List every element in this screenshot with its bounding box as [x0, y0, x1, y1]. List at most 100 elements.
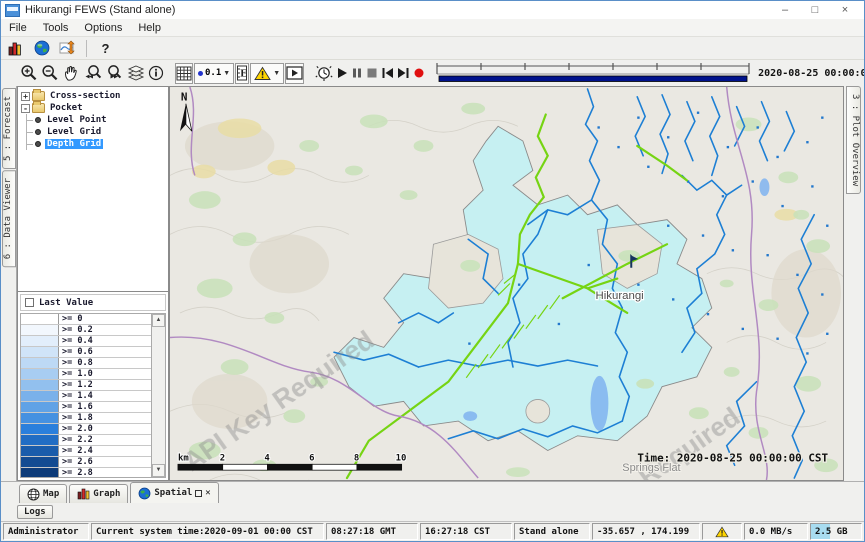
menu-file[interactable]: File: [1, 19, 35, 36]
legend-row[interactable]: >= 2.2: [21, 435, 151, 446]
record-button[interactable]: [412, 63, 426, 84]
status-warning[interactable]: [702, 523, 742, 540]
tree-item-level-point[interactable]: Level Point: [27, 114, 167, 126]
legend-swatch: [21, 424, 59, 434]
legend-row[interactable]: >= 1.8: [21, 413, 151, 424]
status-bar: Administrator Current system time:2020-0…: [1, 521, 864, 541]
legend-row[interactable]: >= 2.8: [21, 468, 151, 478]
legend-table: >= 0 >= 0.2 >= 0.4 >= 0.6 >= 0.8 >= 1.0 …: [21, 314, 151, 477]
spatial-display-button[interactable]: [56, 38, 79, 59]
legend-row[interactable]: >= 0.6: [21, 347, 151, 358]
skip-start-button[interactable]: [380, 63, 395, 84]
tab-spatial[interactable]: Spatial ✕: [130, 482, 218, 503]
tree-item-depth-grid[interactable]: Depth Grid: [27, 138, 167, 150]
pause-button[interactable]: [350, 63, 364, 84]
tab-data-viewer[interactable]: 6 : Data Viewer: [2, 170, 16, 267]
skip-end-button[interactable]: [396, 63, 411, 84]
tree-expander-icon[interactable]: -: [21, 104, 30, 113]
minimize-button[interactable]: –: [770, 2, 800, 18]
tree-item-level-grid[interactable]: Level Grid: [27, 126, 167, 138]
database-chart-button[interactable]: [4, 38, 27, 59]
grid-display-button[interactable]: [175, 63, 193, 84]
legend-row[interactable]: >= 0.2: [21, 325, 151, 336]
tab-plot-overview[interactable]: 3 : Plot Overview: [846, 86, 861, 194]
data-viewer-panel: + Cross-section - Pocket Level Point: [16, 86, 169, 481]
tab-map[interactable]: Map: [19, 484, 67, 503]
tree-connector: [27, 144, 33, 145]
zoom-next-icon: [105, 64, 124, 82]
toolbar-separator: [86, 40, 87, 57]
legend-swatch: [21, 457, 59, 467]
legend-row[interactable]: >= 1.6: [21, 402, 151, 413]
menu-help[interactable]: Help: [130, 19, 169, 36]
node-bullet-icon: [35, 129, 41, 135]
stop-button[interactable]: [365, 63, 379, 84]
status-gmt-time: 08:27:18 GMT: [326, 523, 418, 540]
svg-text:6: 6: [309, 453, 314, 463]
map-view[interactable]: API Key Required API Key Required Hikura…: [169, 86, 844, 481]
tab-close-icon[interactable]: ✕: [205, 488, 210, 498]
legend-row[interactable]: >= 2.6: [21, 457, 151, 468]
menu-tools[interactable]: Tools: [35, 19, 77, 36]
graph-chart-icon: [77, 488, 90, 500]
record-icon: [413, 67, 425, 79]
play-button[interactable]: [335, 63, 349, 84]
tab-map-label: Map: [43, 489, 59, 499]
map-time-label: Time: 2020-08-25 00:00:00 CST: [637, 451, 828, 464]
node-bullet-icon: [35, 141, 41, 147]
layers-button[interactable]: [126, 63, 146, 84]
legend-title: Last Value: [39, 298, 93, 308]
legend-row[interactable]: >= 2.0: [21, 424, 151, 435]
scroll-down-icon[interactable]: ▼: [152, 464, 165, 477]
svg-text:km: km: [178, 453, 189, 463]
tree-children: Level Point Level Grid Depth Grid: [26, 114, 167, 150]
legend-row[interactable]: >= 1.0: [21, 369, 151, 380]
zoom-next-button[interactable]: [104, 63, 125, 84]
tree-connector: [27, 120, 33, 121]
tree-item-pocket[interactable]: - Pocket: [19, 102, 167, 114]
title-bar: Hikurangi FEWS (Stand alone) – □ ×: [1, 1, 864, 19]
status-system-time: Current system time:2020-09-01 00:00 CST: [91, 523, 324, 540]
menu-options[interactable]: Options: [76, 19, 130, 36]
pan-button[interactable]: [61, 63, 81, 84]
layers-icon: [127, 65, 145, 81]
tab-forecast[interactable]: 5 : Forecast: [2, 88, 16, 169]
legend-row[interactable]: >= 2.4: [21, 446, 151, 457]
maximize-button[interactable]: □: [800, 2, 830, 18]
animation-display-button[interactable]: [285, 63, 304, 84]
tree-item-cross-section[interactable]: + Cross-section: [19, 90, 167, 102]
animation-settings-button[interactable]: [314, 63, 334, 84]
tab-graph[interactable]: Graph: [69, 484, 128, 503]
zoom-in-button[interactable]: [19, 63, 39, 84]
tree-expander-icon[interactable]: +: [21, 92, 30, 101]
help-button[interactable]: ?: [94, 38, 117, 59]
zoom-previous-button[interactable]: [82, 63, 103, 84]
tree-item-label: Cross-section: [48, 91, 122, 101]
logs-button[interactable]: Logs: [17, 505, 53, 519]
timeline-slider[interactable]: [435, 62, 751, 84]
legend-row[interactable]: >= 1.4: [21, 391, 151, 402]
scale-bar-button[interactable]: E: [235, 63, 249, 84]
legend-row[interactable]: >= 0.8: [21, 358, 151, 369]
main-toolbar: ?: [1, 37, 864, 60]
timer-clock-icon: [315, 64, 333, 82]
status-local-time: 16:27:18 CST: [420, 523, 512, 540]
zoom-out-button[interactable]: [40, 63, 60, 84]
thresholds-dropdown[interactable]: ▼: [250, 63, 284, 84]
map-display-button[interactable]: [30, 38, 53, 59]
info-button[interactable]: [147, 63, 165, 84]
scroll-up-icon[interactable]: ▲: [152, 314, 165, 327]
legend-scrollbar[interactable]: ▲ ▼: [151, 314, 165, 477]
folder-icon: [32, 91, 45, 101]
close-button[interactable]: ×: [830, 2, 860, 18]
legend-row[interactable]: >= 0.4: [21, 336, 151, 347]
legend-row[interactable]: >= 0: [21, 314, 151, 325]
classification-dropdown[interactable]: 0.1 ▼: [194, 63, 234, 84]
zoom-out-icon: [41, 64, 59, 82]
last-value-checkbox[interactable]: [25, 298, 34, 307]
tab-maximize-icon[interactable]: [195, 490, 202, 497]
play-icon: [336, 67, 348, 79]
tree-item-label: Pocket: [48, 103, 85, 113]
app-logo-icon: [5, 4, 20, 17]
legend-row[interactable]: >= 1.2: [21, 380, 151, 391]
